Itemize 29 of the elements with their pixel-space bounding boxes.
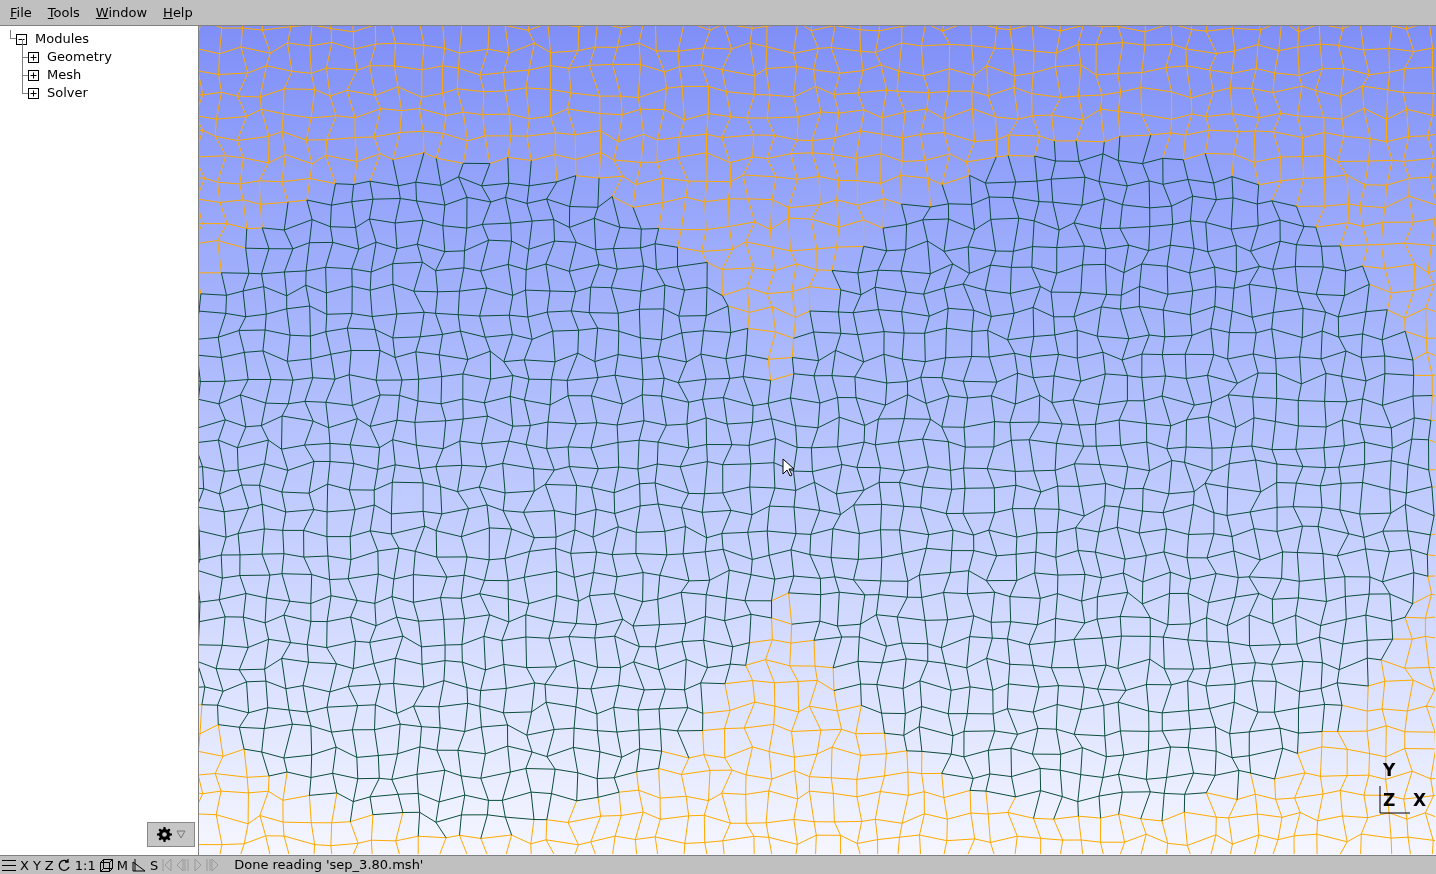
settings-button[interactable]: [147, 822, 195, 847]
menu-icon[interactable]: [2, 858, 16, 872]
menu-item[interactable]: Tools: [39, 0, 88, 25]
expand-icon[interactable]: [28, 69, 39, 81]
cursor-icon: [782, 458, 794, 477]
toolbar-button[interactable]: S: [149, 858, 159, 872]
tree-item[interactable]: Geometry: [47, 47, 112, 67]
caret-icon: [175, 830, 186, 839]
tree-item[interactable]: Mesh: [47, 65, 82, 85]
gear-icon: [156, 827, 172, 842]
cube-icon[interactable]: [99, 858, 113, 872]
expand-icon[interactable]: [28, 51, 39, 63]
axis-label: Z: [1383, 792, 1396, 809]
collapse-icon[interactable]: [16, 33, 27, 45]
expand-icon[interactable]: [28, 87, 39, 99]
triangle-icon[interactable]: [131, 858, 146, 872]
rotate-icon[interactable]: [57, 858, 71, 872]
toolbar-button[interactable]: X: [20, 858, 29, 872]
toolbar-button[interactable]: M: [116, 858, 128, 872]
toolbar-button[interactable]: Z: [44, 858, 54, 872]
toolbar-button[interactable]: 1:1: [74, 858, 96, 872]
status-message: Done reading 'sep_3.80.msh': [234, 856, 424, 874]
tree-item[interactable]: Solver: [47, 83, 88, 103]
axes-icon: [1379, 786, 1411, 814]
toolbar-button[interactable]: Y: [32, 858, 41, 872]
menu-item[interactable]: Window: [87, 0, 156, 25]
menu-item[interactable]: Help: [155, 0, 201, 25]
tree-item[interactable]: Modules: [35, 29, 90, 49]
menu-item[interactable]: File: [2, 0, 40, 25]
